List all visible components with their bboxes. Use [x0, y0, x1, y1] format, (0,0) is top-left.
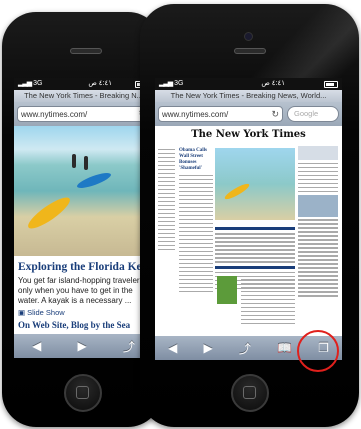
clock: ٤:٤١ ص: [261, 80, 286, 87]
url-field[interactable]: www.nytimes.com/ ↻: [17, 106, 150, 122]
clock: ٤:٤١ ص: [88, 80, 113, 87]
lead-column: Obama Calls Wall Street Bonuses 'Shamefu…: [179, 148, 213, 295]
front-camera: [244, 32, 253, 41]
battery-icon: [323, 80, 338, 88]
thumbnail-image[interactable]: [298, 194, 338, 217]
kayak-shape: [75, 170, 113, 191]
slideshow-label: Slide Show: [27, 308, 65, 317]
pages-button-highlight: [297, 330, 339, 372]
nyt-homepage: The New York Times Obama Calls Wall Stre…: [155, 126, 342, 336]
page-title: The New York Times - Breaking N...: [14, 90, 153, 102]
carrier-label: 3G: [174, 80, 184, 87]
right-column: [298, 146, 338, 299]
home-button[interactable]: [64, 374, 102, 412]
nyt-lead-photo[interactable]: [215, 148, 295, 220]
back-arrow-icon[interactable]: ◀: [32, 339, 41, 353]
kayak-shape: [24, 192, 74, 234]
front-phone-screen: ▂▃▅ 3G ٤:٤١ ص The New York Times - Break…: [155, 78, 342, 360]
signal-bars-icon: ▂▃▅: [18, 80, 32, 87]
address-bar: www.nytimes.com/ ↻: [14, 102, 153, 126]
carrier-label: 3G: [33, 80, 43, 87]
home-button[interactable]: [231, 374, 269, 412]
url-field[interactable]: www.nytimes.com/ ↻: [158, 106, 283, 122]
status-bar: ▂▃▅ 3G ٤:٤١ ص: [14, 78, 153, 90]
article-headline[interactable]: Exploring the Florida Keys by K: [14, 256, 153, 274]
ad-block[interactable]: [217, 276, 237, 304]
reload-icon[interactable]: ↻: [271, 109, 279, 120]
person-figure: [72, 154, 76, 168]
share-icon[interactable]: ⤴: [239, 340, 251, 357]
url-text: www.nytimes.com/: [21, 109, 88, 119]
bookmarks-icon[interactable]: 📖: [277, 341, 292, 355]
share-icon[interactable]: ⤴: [123, 338, 135, 355]
section-nav: [158, 146, 175, 253]
lower-column: [241, 276, 295, 327]
slideshow-icon: ▣: [18, 308, 28, 317]
earpiece-speaker: [70, 48, 102, 54]
safari-toolbar: ◀ ▶ ⤴: [14, 334, 153, 358]
person-figure: [84, 156, 88, 170]
forward-arrow-icon[interactable]: ▶: [203, 341, 212, 355]
forward-arrow-icon[interactable]: ▶: [77, 339, 86, 353]
url-text: www.nytimes.com/: [162, 109, 229, 119]
address-bar: www.nytimes.com/ ↻ Google: [155, 102, 342, 126]
lead-headline[interactable]: Obama Calls Wall Street Bonuses 'Shamefu…: [179, 148, 213, 172]
slideshow-link[interactable]: ▣ Slide Show: [14, 308, 153, 317]
article-summary: You get far island-hopping travelers onl…: [18, 276, 144, 305]
next-headline[interactable]: On Web Site, Blog by the Sea: [14, 317, 153, 333]
status-bar: ▂▃▅ 3G ٤:٤١ ص: [155, 78, 342, 90]
page-title: The New York Times - Breaking News, Worl…: [155, 90, 342, 102]
kayak-photo: [14, 126, 153, 256]
nyt-masthead: The New York Times: [191, 129, 306, 140]
back-phone-screen: ▂▃▅ 3G ٤:٤١ ص The New York Times - Break…: [14, 78, 153, 358]
signal-bars-icon: ▂▃▅: [159, 80, 173, 87]
earpiece-speaker: [234, 48, 266, 54]
search-field[interactable]: Google: [287, 106, 339, 122]
back-arrow-icon[interactable]: ◀: [168, 341, 177, 355]
search-box[interactable]: [298, 146, 338, 160]
